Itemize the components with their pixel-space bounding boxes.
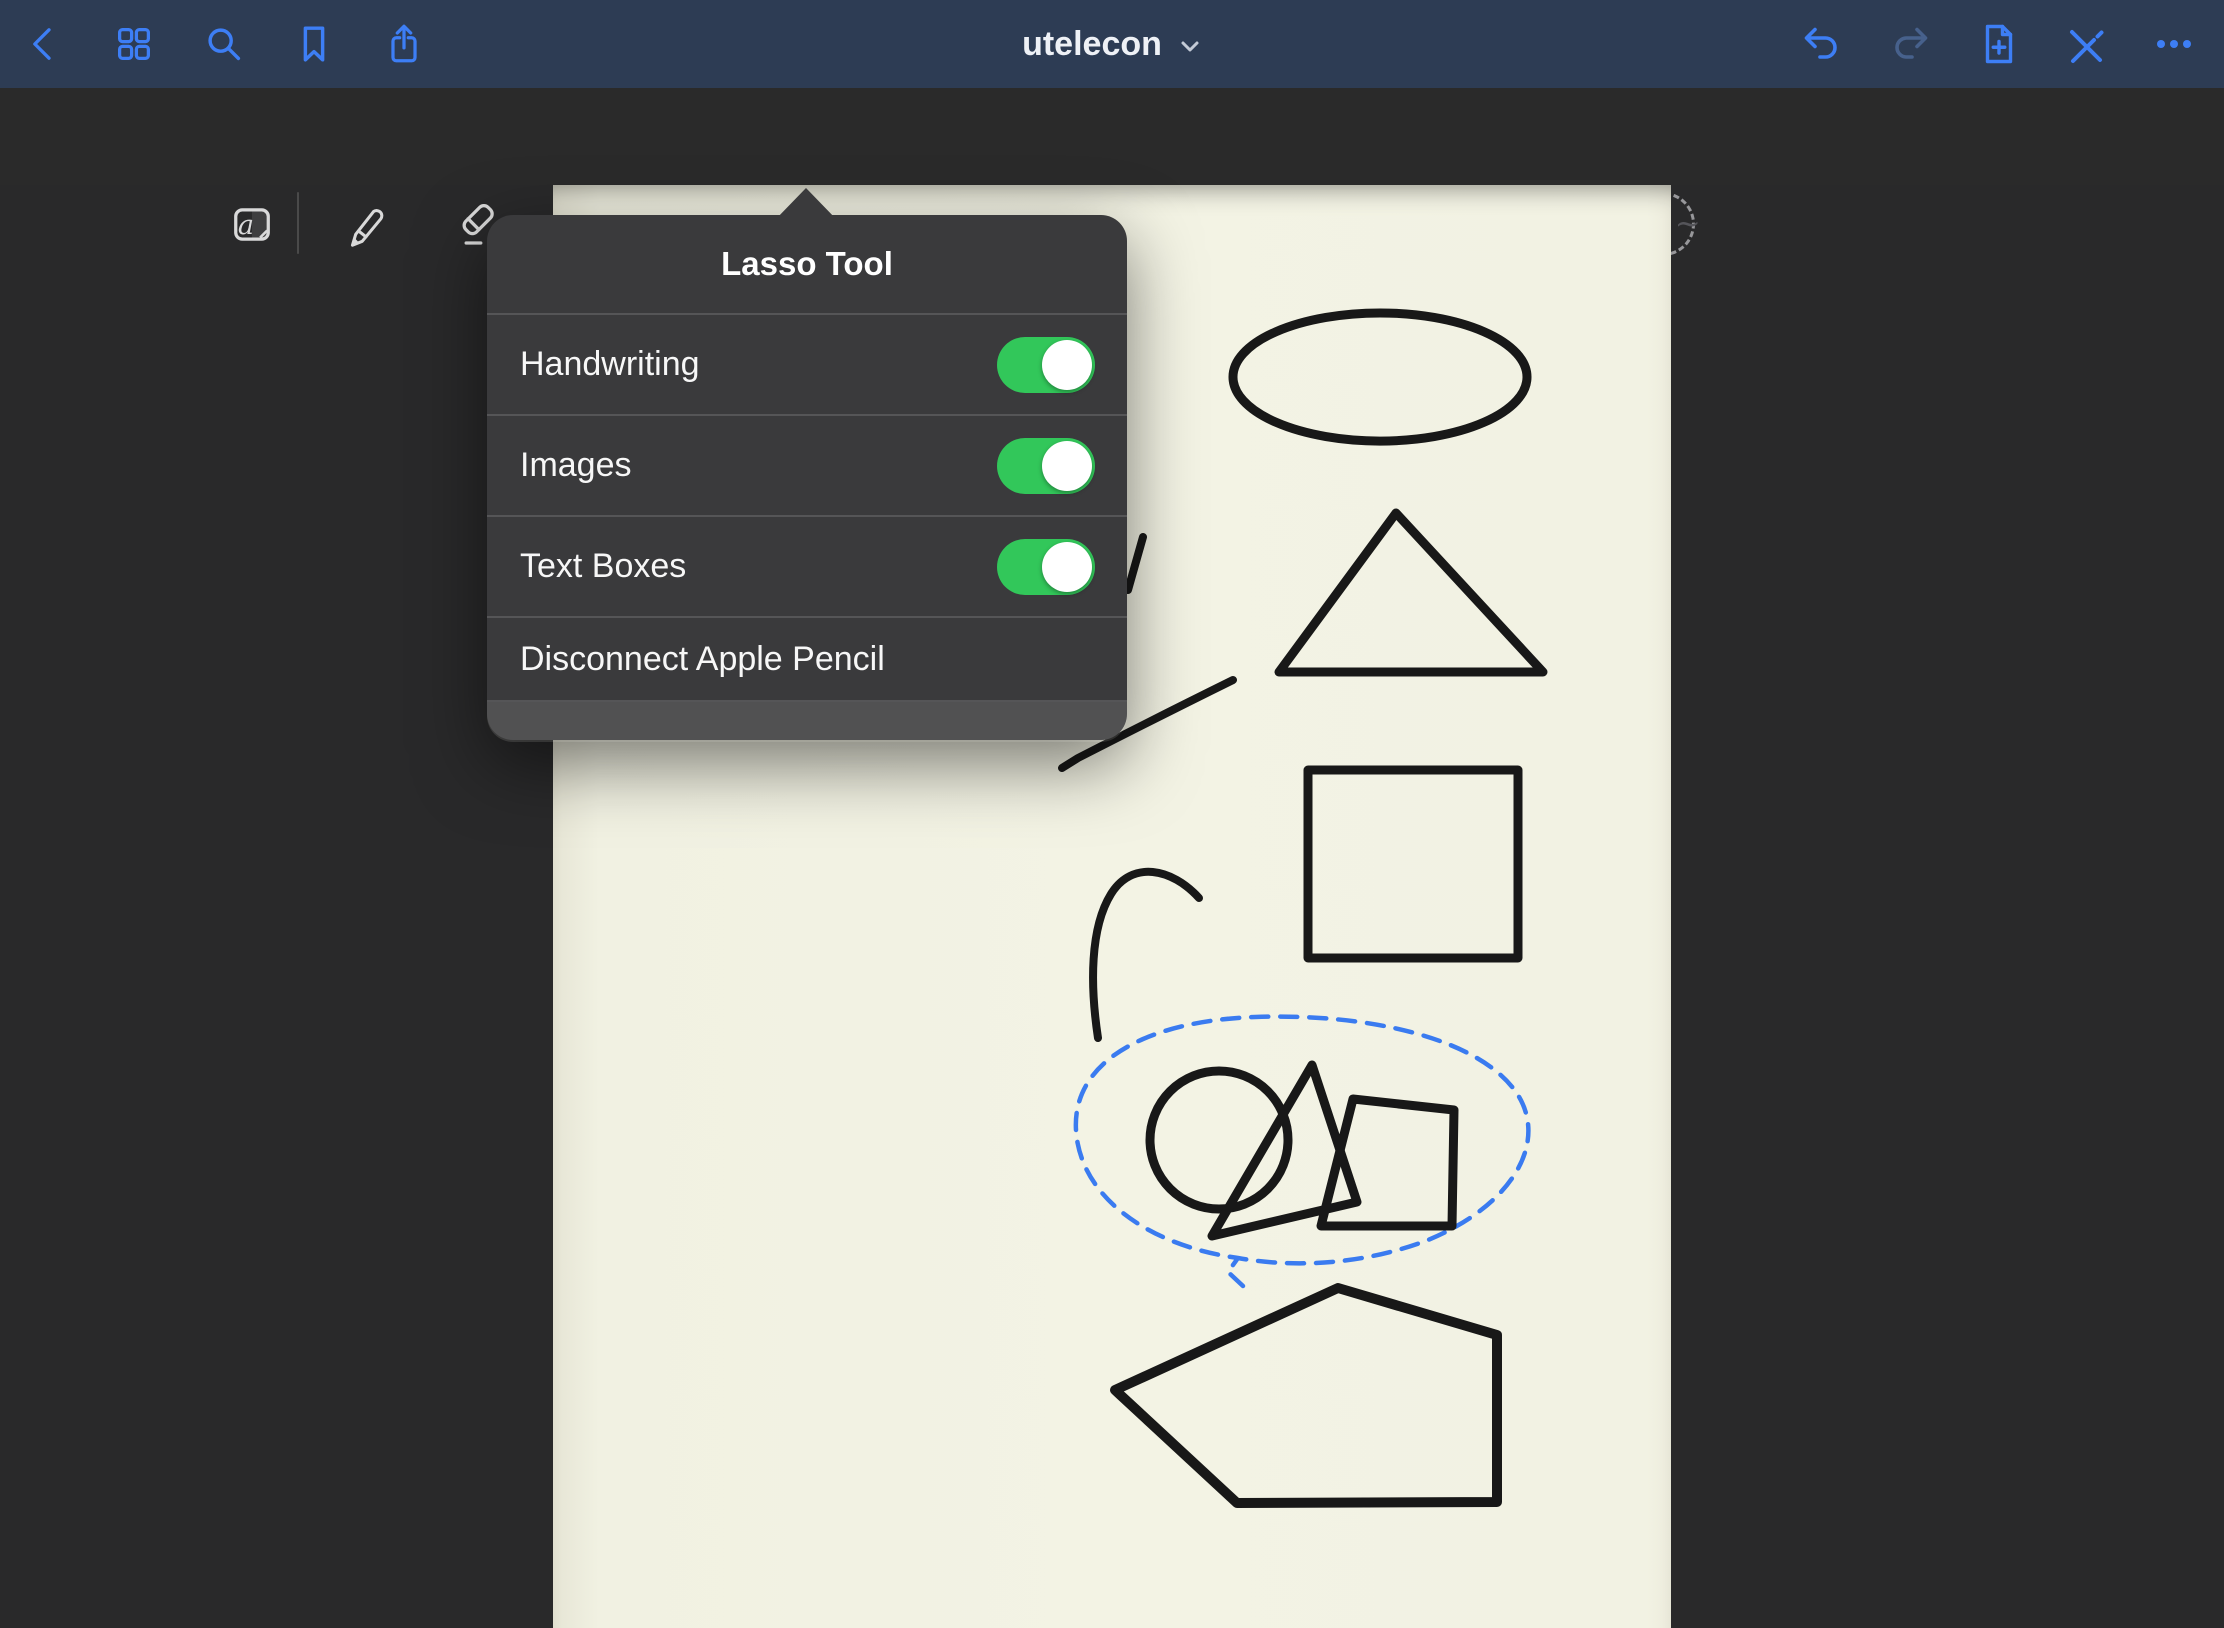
toggle-label: Handwriting [520, 345, 997, 384]
toggle-label: Images [520, 446, 997, 485]
document-title-text: utelecon [1022, 25, 1162, 64]
drawn-short-stroke[interactable] [1128, 537, 1143, 590]
page-thumbnails-button[interactable] [110, 20, 158, 68]
drawn-ellipse[interactable] [1233, 313, 1527, 441]
search-button[interactable] [200, 20, 248, 68]
disconnect-label: Disconnect Apple Pencil [520, 640, 1095, 679]
toggle-knob [1042, 542, 1092, 592]
end-editing-button[interactable] [2062, 20, 2110, 68]
share-button[interactable] [380, 20, 428, 68]
back-chevron-icon [24, 21, 64, 67]
toggle-row-handwriting: Handwriting [487, 315, 1127, 416]
toggle-label: Text Boxes [520, 547, 997, 586]
toggle-knob [1042, 340, 1092, 390]
top-navigation-bar: utelecon [0, 0, 2224, 88]
redo-button[interactable] [1886, 20, 1934, 68]
drawn-hook-curve[interactable] [1093, 872, 1199, 1038]
undo-icon [1798, 20, 1846, 68]
toggle-row-images: Images [487, 416, 1127, 517]
lasso-selection-loop[interactable] [1076, 1017, 1529, 1286]
bookmark-button[interactable] [290, 20, 338, 68]
popup-arrow [775, 188, 837, 220]
back-button[interactable] [20, 20, 68, 68]
popup-title: Lasso Tool [487, 215, 1127, 315]
bookmark-icon [291, 21, 337, 67]
search-icon [201, 21, 247, 67]
images-toggle[interactable] [997, 438, 1095, 494]
add-page-button[interactable] [1974, 20, 2022, 68]
more-ellipsis-icon [2150, 20, 2198, 68]
pencil-cross-icon [2062, 20, 2110, 68]
drawn-pentagon[interactable] [1115, 1288, 1497, 1503]
redo-icon [1886, 20, 1934, 68]
tool-bar: a abc ~~~~~~ [0, 88, 2224, 185]
drawn-square[interactable] [1308, 770, 1518, 958]
toggle-row-text-boxes: Text Boxes [487, 517, 1127, 618]
chevron-down-icon [1178, 34, 1202, 58]
disconnect-apple-pencil-button[interactable]: Disconnect Apple Pencil [487, 618, 1127, 702]
undo-button[interactable] [1798, 20, 1846, 68]
top-bar-left-group [20, 20, 428, 68]
handwriting-toggle[interactable] [997, 337, 1095, 393]
top-bar-right-group [1798, 20, 2198, 68]
popup-footer [487, 702, 1127, 742]
more-button[interactable] [2150, 20, 2198, 68]
share-icon [381, 21, 427, 67]
text-boxes-toggle[interactable] [997, 539, 1095, 595]
drawn-triangle[interactable] [1279, 513, 1543, 672]
lasso-tool-popup: Lasso Tool Handwriting Images Text Boxes… [487, 215, 1127, 740]
grid-icon [111, 21, 157, 67]
toggle-knob [1042, 441, 1092, 491]
canvas-stage: Lasso Tool Handwriting Images Text Boxes… [0, 185, 2224, 1628]
add-page-icon [1974, 20, 2022, 68]
